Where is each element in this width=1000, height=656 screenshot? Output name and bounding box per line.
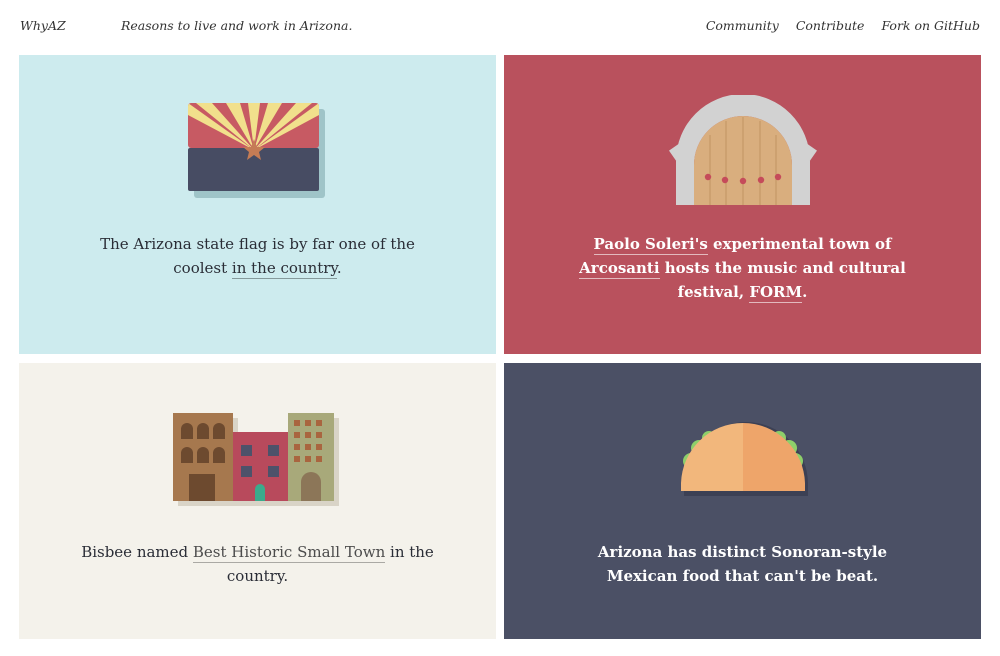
caption-text: experimental town of [707, 235, 892, 253]
caption-text-end: . [336, 259, 342, 277]
form-festival-link[interactable]: FORM [749, 283, 803, 303]
taco-icon [504, 421, 981, 496]
arcosanti-bell-icon [504, 95, 981, 210]
best-historic-small-town-link[interactable]: Best Historic Small Town [192, 543, 386, 563]
card-caption: Arizona has distinct Sonoran-style Mexic… [564, 540, 921, 588]
card-caption: Paolo Soleri's experimental town of Arco… [564, 232, 921, 304]
paolo-soleri-link[interactable]: Paolo Soleri's [593, 235, 708, 255]
arcosanti-link[interactable]: Arcosanti [579, 259, 660, 279]
card-caption: Bisbee named Best Historic Small Town in… [79, 540, 436, 588]
card-arcosanti: Paolo Soleri's experimental town of Arco… [504, 55, 981, 354]
card-caption: The Arizona state flag is by far one of … [79, 232, 436, 280]
bisbee-buildings-icon [19, 411, 496, 506]
nav-community-link[interactable]: Community [706, 18, 779, 33]
site-tagline: Reasons to live and work in Arizona. [121, 18, 353, 33]
nav-links: Community Contribute Fork on GitHub [706, 18, 980, 33]
card-bisbee: Bisbee named Best Historic Small Town in… [19, 363, 496, 639]
nav-contribute-link[interactable]: Contribute [796, 18, 865, 33]
in-the-country-link[interactable]: in the country [231, 259, 337, 279]
brand-logo-link[interactable]: WhyAZ [20, 18, 66, 33]
caption-text-end: . [802, 283, 808, 301]
card-sonoran-food: Arizona has distinct Sonoran-style Mexic… [504, 363, 981, 639]
caption-text: Arizona has distinct Sonoran-style Mexic… [597, 543, 888, 585]
card-arizona-flag: The Arizona state flag is by far one of … [19, 55, 496, 354]
top-navigation-bar: WhyAZ Reasons to live and work in Arizon… [0, 0, 1000, 54]
caption-text: Bisbee named [81, 543, 193, 561]
nav-github-link[interactable]: Fork on GitHub [881, 18, 980, 33]
arizona-flag-icon [19, 103, 496, 203]
